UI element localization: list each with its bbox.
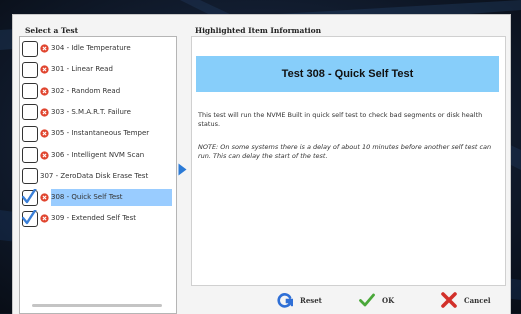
test-item-label: 307 - ZeroData Disk Erase Test xyxy=(40,171,149,180)
checkmark-icon xyxy=(22,210,37,225)
horizontal-scrollbar[interactable] xyxy=(32,304,162,307)
test-item[interactable]: 304 - Idle Temperature xyxy=(22,40,172,57)
test-item-label: 301 - Linear Read xyxy=(51,65,113,74)
checkmark-icon xyxy=(22,189,37,203)
test-item[interactable]: 306 - Intelligent NVM Scan xyxy=(22,147,172,164)
select-test-heading: Select a Test xyxy=(23,26,81,35)
test-item-label: 308 - Quick Self Test xyxy=(51,189,172,207)
test-item-label: 309 - Extended Self Test xyxy=(51,214,136,223)
test-item-label: 303 - S.M.A.R.T. Failure xyxy=(51,107,131,116)
test-item[interactable]: 303 - S.M.A.R.T. Failure xyxy=(22,104,172,121)
test-checkbox[interactable] xyxy=(22,147,38,163)
checkmark-icon xyxy=(359,293,375,307)
info-description: This test will run the NVME Built in qui… xyxy=(198,111,483,128)
test-checkbox[interactable] xyxy=(22,61,38,78)
test-checkbox[interactable] xyxy=(22,83,38,100)
test-item[interactable]: 305 - Instantaneous Temper xyxy=(22,125,172,142)
test-item[interactable]: 308 - Quick Self Test xyxy=(22,189,172,207)
cancel-label: Cancel xyxy=(464,295,491,305)
info-note: NOTE: On some systems there is a delay o… xyxy=(198,143,492,160)
error-icon xyxy=(40,108,49,117)
error-icon xyxy=(40,214,49,224)
test-item[interactable]: 307 - ZeroData Disk Erase Test xyxy=(22,168,172,185)
test-checkbox[interactable] xyxy=(22,189,38,206)
error-icon xyxy=(40,65,49,74)
cancel-button[interactable]: Cancel xyxy=(441,290,491,310)
test-item-label: 306 - Intelligent NVM Scan xyxy=(51,150,145,159)
error-icon xyxy=(40,150,49,160)
reset-icon xyxy=(277,293,293,308)
test-checkbox[interactable] xyxy=(22,40,38,57)
reset-label: Reset xyxy=(300,295,322,305)
ok-label: OK xyxy=(382,295,395,305)
info-panel: Test 308 - Quick Self Test This test wil… xyxy=(191,36,506,286)
error-icon xyxy=(40,86,49,96)
info-heading: Highlighted Item Information xyxy=(193,26,324,35)
test-list[interactable]: 304 - Idle Temperature 301 - Linear Read 3… xyxy=(19,36,177,314)
test-item-label: 302 - Random Read xyxy=(51,86,121,95)
triangle-right-icon xyxy=(178,163,187,176)
test-item-label: 305 - Instantaneous Temper xyxy=(51,129,150,138)
test-checkbox[interactable] xyxy=(22,210,38,227)
test-checkbox[interactable] xyxy=(22,125,38,142)
test-item[interactable]: 301 - Linear Read xyxy=(22,61,172,78)
test-selection-dialog: Select a Test 304 - Idle Temperature 301 … xyxy=(12,14,511,314)
cancel-x-icon xyxy=(441,292,457,308)
test-item[interactable]: 302 - Random Read xyxy=(22,83,172,100)
error-icon xyxy=(40,129,49,138)
test-item-label: 304 - Idle Temperature xyxy=(51,44,131,52)
info-title: Test 308 - Quick Self Test xyxy=(196,56,499,92)
test-checkbox[interactable] xyxy=(22,104,38,121)
ok-button[interactable]: OK xyxy=(359,290,394,310)
reset-button[interactable]: Reset xyxy=(277,290,322,310)
test-item[interactable]: 309 - Extended Self Test xyxy=(22,210,172,227)
error-icon xyxy=(40,44,49,53)
error-icon xyxy=(40,193,49,202)
test-checkbox[interactable] xyxy=(22,168,38,185)
